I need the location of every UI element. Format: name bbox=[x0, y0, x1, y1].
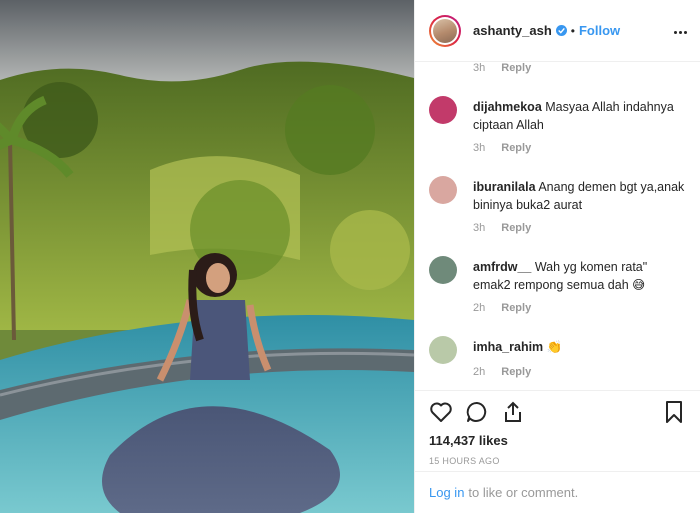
bookmark-icon[interactable] bbox=[662, 400, 686, 424]
commenter-avatar[interactable] bbox=[429, 96, 457, 124]
comment-time: 3h bbox=[473, 222, 486, 234]
post-container: ashanty_ash • Follow 3h Reply dijahmekoa… bbox=[0, 0, 700, 513]
login-prompt-text: to like or comment. bbox=[468, 485, 579, 500]
author-avatar[interactable] bbox=[429, 14, 461, 47]
comment-meta: 3h Reply bbox=[473, 222, 531, 234]
commenter-avatar[interactable] bbox=[429, 256, 457, 284]
share-icon[interactable] bbox=[501, 400, 525, 424]
comment-meta: 2h Reply bbox=[473, 366, 531, 378]
commenter-username[interactable]: dijahmekoa bbox=[473, 100, 542, 114]
comment-time: 3h bbox=[473, 62, 486, 74]
commenter-username[interactable]: amfrdw__ bbox=[473, 260, 531, 274]
comments-list: 3h Reply dijahmekoa Masyaa Allah indahny… bbox=[415, 62, 700, 390]
post-sidebar: ashanty_ash • Follow 3h Reply dijahmekoa… bbox=[414, 0, 700, 513]
verified-badge-icon bbox=[555, 25, 567, 36]
comment-body: dijahmekoa Masyaa Allah indahnya ciptaan… bbox=[473, 98, 686, 134]
commenter-username[interactable]: imha_rahim bbox=[473, 340, 543, 354]
reply-button[interactable]: Reply bbox=[501, 62, 531, 74]
commenter-avatar[interactable] bbox=[429, 336, 457, 364]
more-options-icon[interactable] bbox=[670, 22, 690, 42]
author-username[interactable]: ashanty_ash bbox=[473, 23, 552, 38]
reply-button[interactable]: Reply bbox=[501, 142, 531, 154]
commenter-avatar[interactable] bbox=[429, 176, 457, 204]
login-prompt: Log in to like or comment. bbox=[415, 471, 700, 513]
comment-text: 👏 bbox=[546, 340, 563, 354]
comment-body: amfrdw__ Wah yg komen rata" emak2 rempon… bbox=[473, 258, 686, 294]
likes-count[interactable]: 114,437 likes bbox=[429, 433, 686, 448]
photo-illustration bbox=[0, 0, 414, 513]
separator-dot: • bbox=[570, 23, 575, 38]
login-link[interactable]: Log in bbox=[429, 485, 464, 500]
comment-time: 2h bbox=[473, 366, 486, 378]
comment-meta: 3h Reply bbox=[473, 142, 531, 154]
reply-button[interactable]: Reply bbox=[501, 302, 531, 314]
action-icons bbox=[429, 399, 686, 425]
comment-body: iburanilala Anang demen bgt ya,anak bini… bbox=[473, 178, 686, 214]
comment-time: 2h bbox=[473, 302, 486, 314]
comment-meta: 3h Reply bbox=[473, 62, 531, 74]
post-photo[interactable] bbox=[0, 0, 414, 513]
follow-button[interactable]: Follow bbox=[579, 23, 620, 38]
heart-icon[interactable] bbox=[429, 400, 453, 424]
comment-time: 3h bbox=[473, 142, 486, 154]
comment-meta: 2h Reply bbox=[473, 302, 531, 314]
comment-body: imha_rahim 👏 bbox=[473, 338, 686, 356]
reply-button[interactable]: Reply bbox=[501, 366, 531, 378]
post-timestamp: 15 HOURS AGO bbox=[429, 456, 500, 466]
post-actions: 114,437 likes 15 HOURS AGO bbox=[415, 390, 700, 471]
post-header: ashanty_ash • Follow bbox=[415, 0, 700, 62]
comment-icon[interactable] bbox=[465, 400, 489, 424]
reply-button[interactable]: Reply bbox=[501, 222, 531, 234]
commenter-username[interactable]: iburanilala bbox=[473, 180, 536, 194]
